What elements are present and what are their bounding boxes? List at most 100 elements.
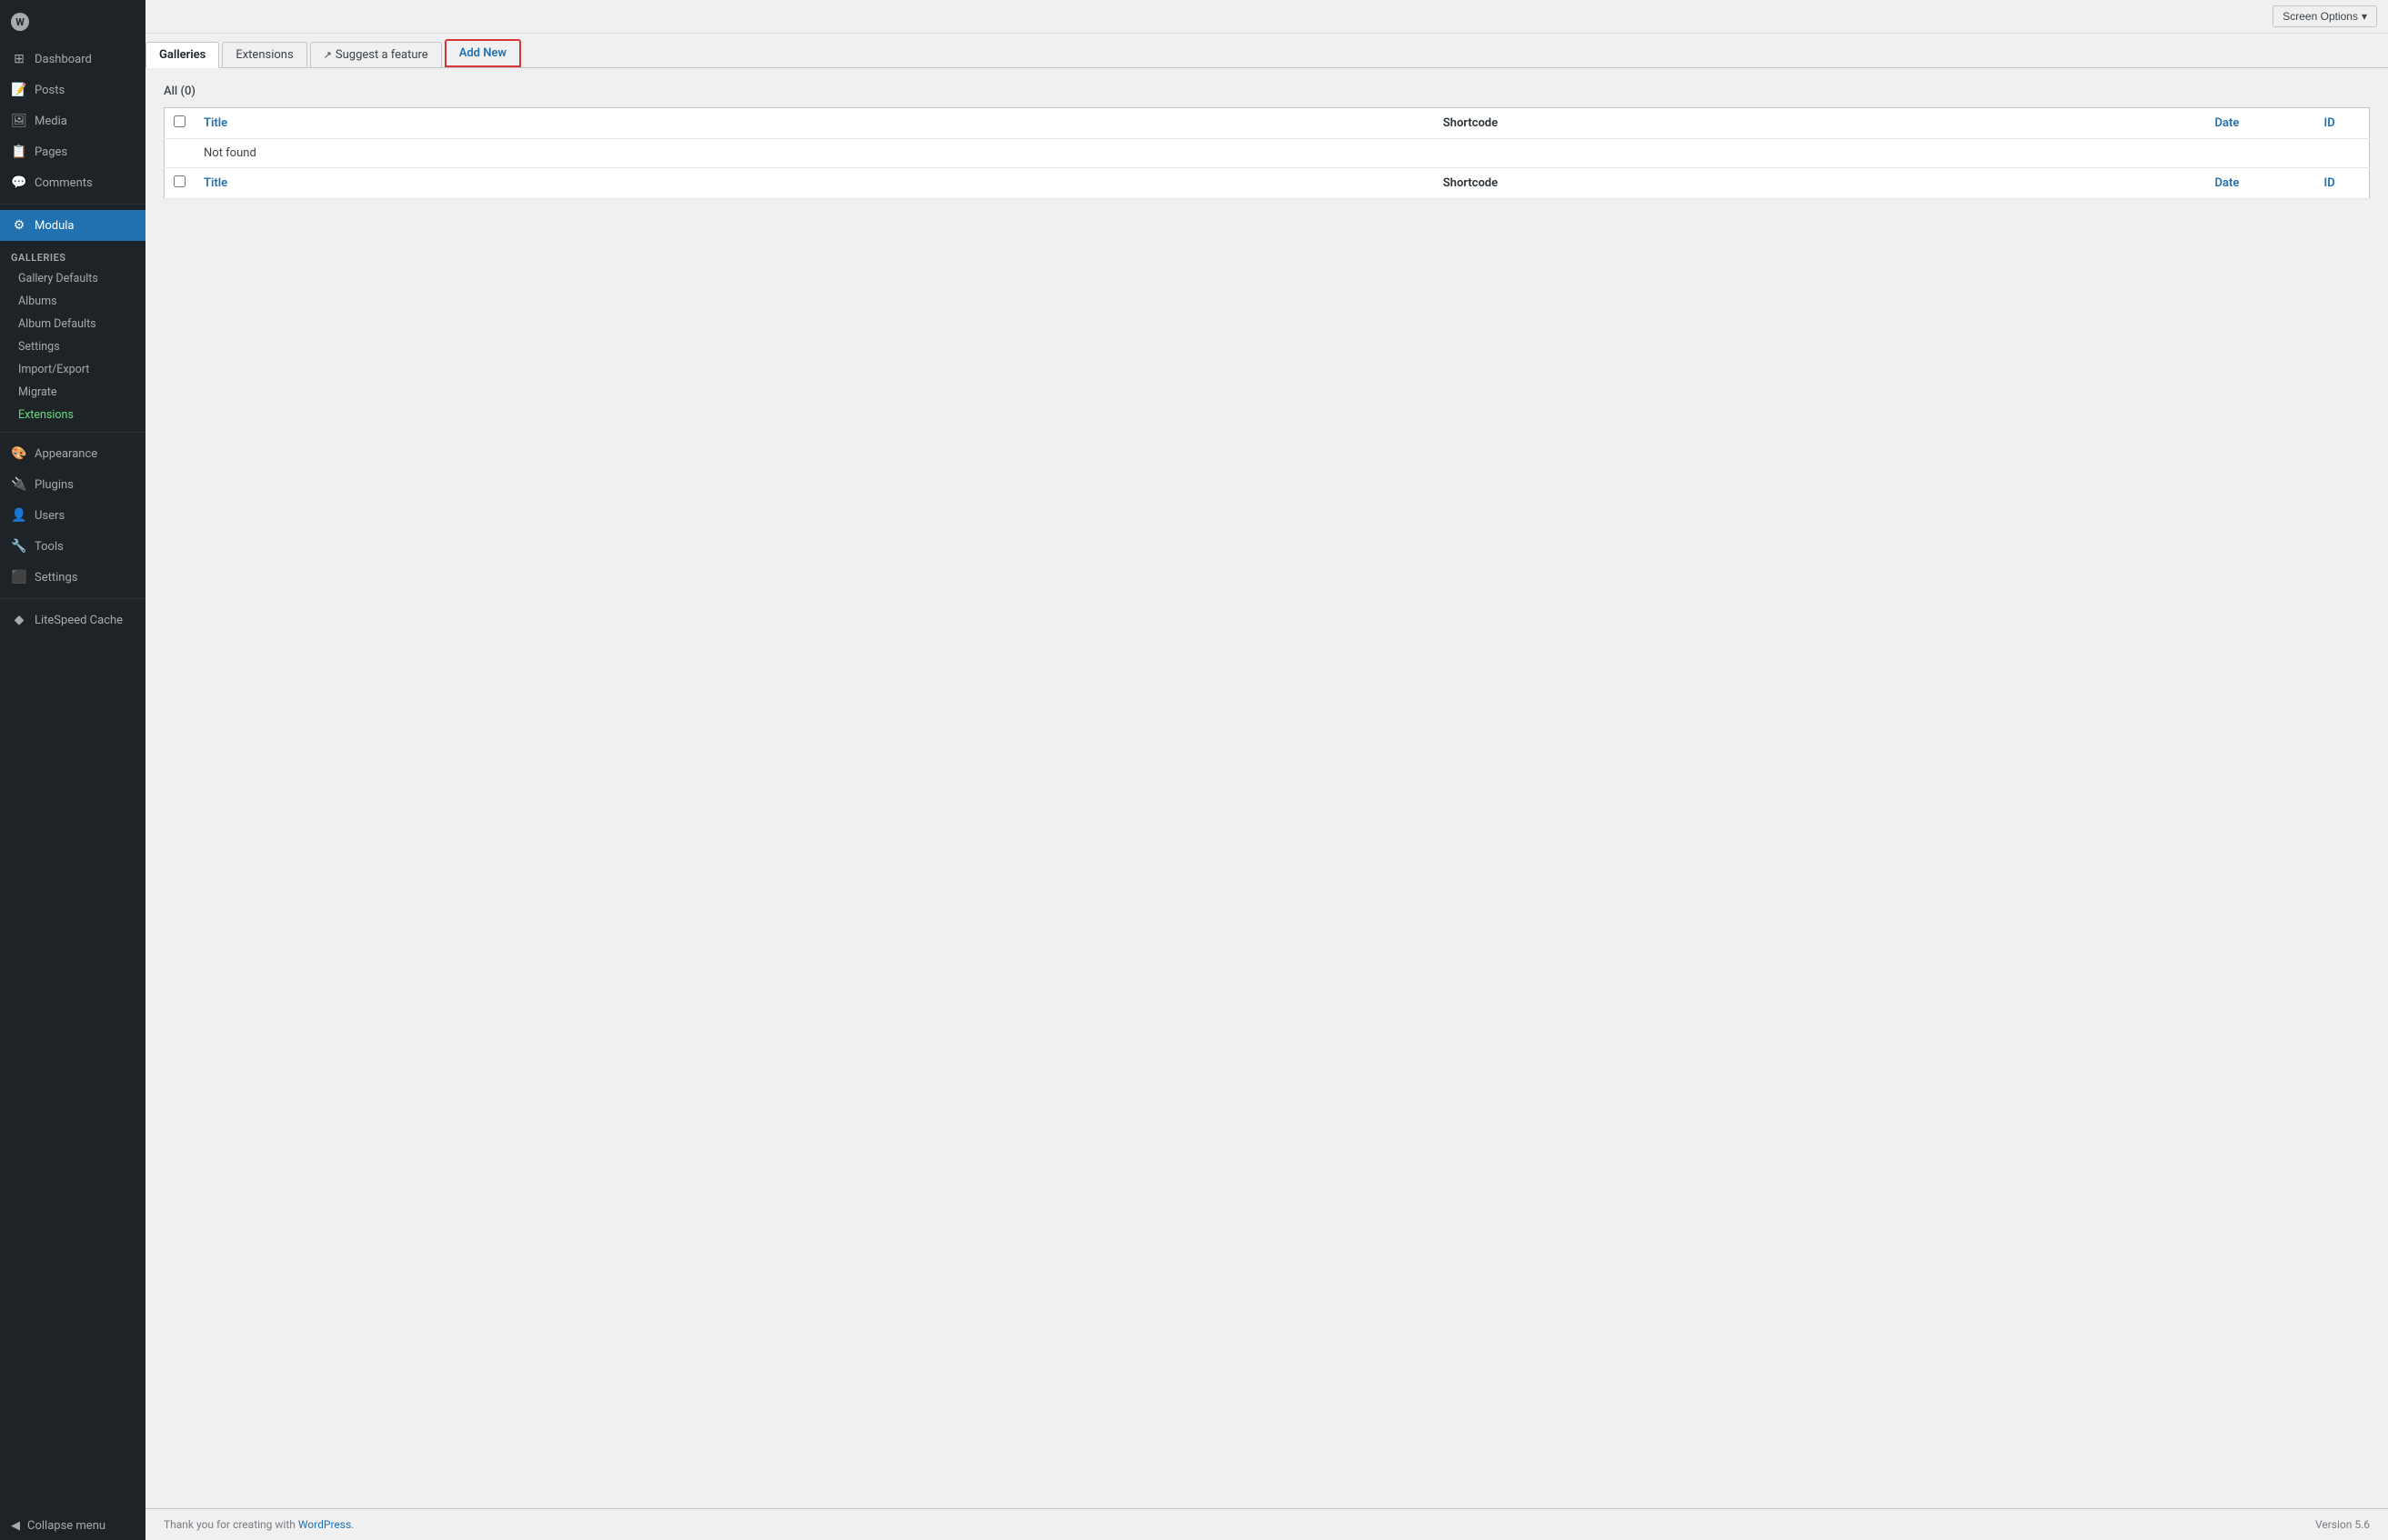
- footer: Thank you for creating with WordPress. V…: [145, 1508, 2388, 1540]
- not-found-message: Not found: [195, 139, 2370, 168]
- settings-icon: ⬛: [11, 569, 27, 585]
- tab-suggest[interactable]: ↗ Suggest a feature: [310, 42, 442, 67]
- table-row-not-found: Not found: [165, 139, 2370, 168]
- sidebar-sub-album-defaults[interactable]: Album Defaults: [0, 313, 145, 335]
- footer-thank-you: Thank you for creating with: [164, 1518, 296, 1531]
- sidebar-item-dashboard-label: Dashboard: [35, 53, 92, 66]
- filter-all-label: All (0): [164, 85, 196, 98]
- dashboard-icon: ⊞: [11, 51, 27, 67]
- header-id-label[interactable]: ID: [2324, 116, 2335, 130]
- sidebar-item-settings-label: Settings: [35, 571, 77, 585]
- header-date[interactable]: Date: [2206, 108, 2315, 139]
- footer-wordpress-link[interactable]: WordPress: [298, 1518, 351, 1531]
- sidebar-sub-albums[interactable]: Albums: [0, 290, 145, 313]
- comments-icon: 💬: [11, 175, 27, 191]
- top-bar: Screen Options ▾: [145, 0, 2388, 34]
- sidebar-item-settings[interactable]: ⬛ Settings: [0, 562, 145, 593]
- sidebar-sub-gallery-defaults[interactable]: Gallery Defaults: [0, 267, 145, 290]
- sidebar-item-litespeed-label: LiteSpeed Cache: [35, 614, 123, 627]
- sidebar-item-posts-label: Posts: [35, 84, 65, 97]
- tab-galleries[interactable]: Galleries: [145, 42, 219, 68]
- collapse-icon: ◀: [11, 1519, 20, 1533]
- footer-shortcode: Shortcode: [1434, 168, 2206, 199]
- sidebar-item-media[interactable]: 🖼 Media: [0, 105, 145, 136]
- tab-add-new[interactable]: Add New: [445, 39, 521, 67]
- header-title[interactable]: Title: [195, 108, 1434, 139]
- tab-extensions-label: Extensions: [236, 48, 293, 62]
- galleries-section-label: Galleries: [0, 241, 145, 267]
- sidebar-item-modula[interactable]: ⚙ Modula: [0, 210, 145, 241]
- header-shortcode: Shortcode: [1434, 108, 2206, 139]
- wp-logo-icon: W: [11, 13, 29, 31]
- footer-left: Thank you for creating with WordPress.: [164, 1518, 354, 1531]
- sidebar-item-dashboard[interactable]: ⊞ Dashboard: [0, 44, 145, 75]
- sidebar-divider-1: [0, 204, 145, 205]
- table-footer-row: Title Shortcode Date ID: [165, 168, 2370, 199]
- screen-options-arrow: ▾: [2362, 10, 2367, 23]
- external-link-icon: ↗: [324, 49, 332, 61]
- sidebar-item-plugins[interactable]: 🔌 Plugins: [0, 469, 145, 500]
- screen-options-label: Screen Options: [2283, 10, 2358, 23]
- footer-title-label[interactable]: Title: [204, 176, 227, 190]
- tab-extensions[interactable]: Extensions: [222, 42, 306, 67]
- sidebar-item-users-label: Users: [35, 509, 65, 523]
- gallery-table: Title Shortcode Date ID: [164, 107, 2370, 199]
- sidebar-sub-settings[interactable]: Settings: [0, 335, 145, 358]
- sidebar-item-media-label: Media: [35, 115, 67, 128]
- tools-icon: 🔧: [11, 538, 27, 555]
- sidebar-item-litespeed[interactable]: ◆ LiteSpeed Cache: [0, 605, 145, 635]
- sidebar-item-users[interactable]: 👤 Users: [0, 500, 145, 531]
- header-shortcode-label: Shortcode: [1443, 116, 1498, 130]
- sidebar-item-modula-label: Modula: [35, 219, 75, 233]
- litespeed-icon: ◆: [11, 612, 27, 628]
- sidebar-item-tools-label: Tools: [35, 540, 64, 554]
- footer-title[interactable]: Title: [195, 168, 1434, 199]
- sidebar-item-pages-label: Pages: [35, 145, 67, 159]
- collapse-label: Collapse menu: [27, 1519, 105, 1533]
- sidebar-divider-3: [0, 598, 145, 599]
- sidebar-item-tools[interactable]: 🔧 Tools: [0, 531, 145, 562]
- collapse-menu-button[interactable]: ◀ Collapse menu: [0, 1512, 145, 1540]
- sidebar-item-plugins-label: Plugins: [35, 478, 74, 492]
- plugins-icon: 🔌: [11, 476, 27, 493]
- sidebar-sub-import-export[interactable]: Import/Export: [0, 358, 145, 381]
- header-title-label[interactable]: Title: [204, 116, 227, 130]
- sidebar-item-comments-label: Comments: [35, 176, 93, 190]
- sidebar-item-posts[interactable]: 📝 Posts: [0, 75, 145, 105]
- table-header-row: Title Shortcode Date ID: [165, 108, 2370, 139]
- content-area: Galleries Extensions ↗ Suggest a feature…: [145, 34, 2388, 1508]
- footer-id-label[interactable]: ID: [2324, 176, 2335, 190]
- footer-date-label[interactable]: Date: [2215, 176, 2240, 190]
- sidebar-sub-extensions[interactable]: Extensions: [0, 404, 145, 426]
- header-id[interactable]: ID: [2315, 108, 2370, 139]
- sidebar-sub-migrate[interactable]: Migrate: [0, 381, 145, 404]
- media-icon: 🖼: [11, 113, 27, 129]
- filter-count: (0): [180, 85, 195, 98]
- select-all-checkbox[interactable]: [174, 115, 186, 127]
- screen-options-button[interactable]: Screen Options ▾: [2273, 5, 2377, 27]
- sidebar-item-comments[interactable]: 💬 Comments: [0, 167, 145, 198]
- pages-icon: 📋: [11, 144, 27, 160]
- sidebar-item-appearance[interactable]: 🎨 Appearance: [0, 438, 145, 469]
- posts-icon: 📝: [11, 82, 27, 98]
- footer-select-all-checkbox[interactable]: [174, 175, 186, 187]
- content-inner: All (0) Title Shortcode: [145, 68, 2388, 217]
- sidebar-item-pages[interactable]: 📋 Pages: [0, 136, 145, 167]
- footer-checkbox-cell: [165, 168, 196, 199]
- tab-add-new-label: Add New: [459, 46, 507, 60]
- appearance-icon: 🎨: [11, 445, 27, 462]
- users-icon: 👤: [11, 507, 27, 524]
- sidebar-divider-2: [0, 432, 145, 433]
- sidebar-logo: W: [0, 0, 145, 44]
- main-content: Screen Options ▾ Galleries Extensions ↗ …: [145, 0, 2388, 1540]
- footer-date[interactable]: Date: [2206, 168, 2315, 199]
- header-checkbox-cell: [165, 108, 196, 139]
- footer-version: Version 5.6: [2315, 1518, 2370, 1531]
- tab-galleries-label: Galleries: [159, 48, 206, 62]
- not-found-check: [165, 139, 196, 168]
- tabs-bar: Galleries Extensions ↗ Suggest a feature…: [145, 34, 2388, 68]
- footer-id[interactable]: ID: [2315, 168, 2370, 199]
- header-date-label[interactable]: Date: [2215, 116, 2240, 130]
- sidebar: W ⊞ Dashboard 📝 Posts 🖼 Media 📋 Pages 💬 …: [0, 0, 145, 1540]
- sidebar-item-appearance-label: Appearance: [35, 447, 97, 461]
